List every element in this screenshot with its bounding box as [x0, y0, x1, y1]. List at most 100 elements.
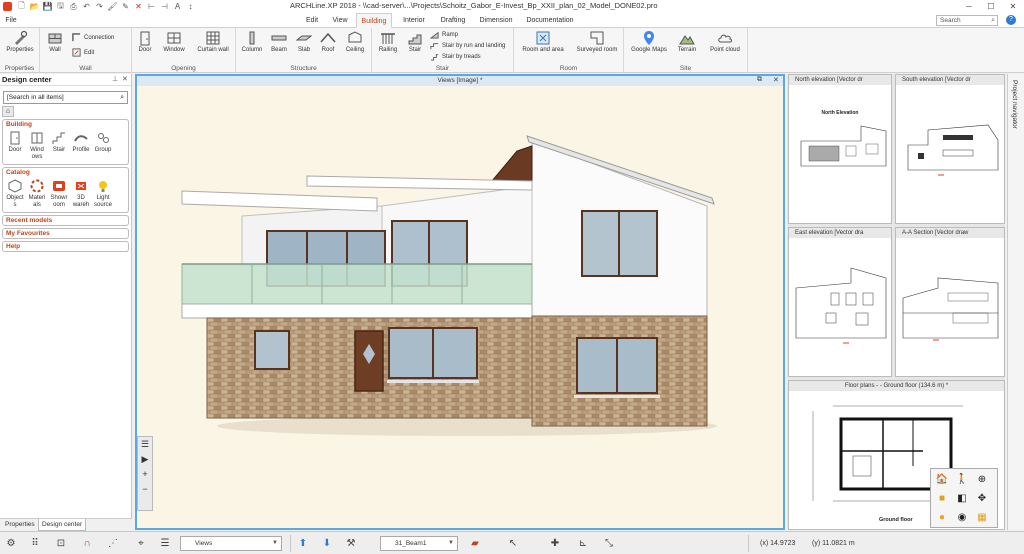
project-navigator-strip[interactable]: Project navigator	[1007, 74, 1024, 530]
catalog-item-light-source[interactable]: Light source	[92, 178, 114, 209]
tab-documentation[interactable]: Documentation	[522, 13, 578, 28]
home-icon[interactable]: ⌂	[2, 106, 14, 117]
tab-building[interactable]: Building	[356, 13, 392, 28]
tab-properties[interactable]: Properties	[2, 519, 38, 531]
panel-close-icon[interactable]: ✕	[122, 74, 128, 86]
polar-tracking-icon[interactable]: ⋰	[106, 537, 120, 551]
building-item-stair[interactable]: Stair	[48, 130, 70, 161]
beam-button[interactable]: Beam	[268, 30, 290, 53]
thumb-east-elevation[interactable]: East elevation [Vector dra	[788, 227, 892, 377]
surveyed-room-button[interactable]: Surveyed room	[572, 30, 622, 53]
building-section-title[interactable]: Building	[3, 120, 128, 129]
edit-button[interactable]: Edit	[72, 48, 94, 57]
save-as-icon[interactable]: 🖫	[56, 1, 65, 11]
grid-snap-icon[interactable]: ⠿	[28, 537, 42, 551]
person-walk-icon[interactable]: 🚶	[953, 471, 971, 489]
thumb-north-elevation[interactable]: North elevation [Vector dr North Elevati…	[788, 74, 892, 224]
curtain-wall-button[interactable]: Curtain wall	[192, 30, 234, 53]
new-file-icon[interactable]: 🗋	[17, 1, 26, 11]
measure-icon[interactable]: ⊢	[147, 2, 156, 11]
railing-button[interactable]: Railing	[376, 30, 400, 53]
ortho-icon[interactable]: ⊡	[54, 537, 68, 551]
select-cursor-icon[interactable]: ⌖	[134, 537, 148, 551]
align-icon[interactable]: ⊣	[160, 2, 169, 11]
stair-run-landing-button[interactable]: Stair by run and landing	[430, 41, 505, 50]
maximize-button[interactable]: ☐	[980, 0, 1002, 13]
close-button[interactable]: ✕	[1002, 0, 1024, 13]
snap-point-icon[interactable]: ✚	[548, 537, 562, 551]
connection-button[interactable]: Connection	[72, 33, 114, 42]
minimize-button[interactable]: ─	[958, 0, 980, 13]
point-cloud-button[interactable]: Point cloud	[706, 30, 744, 53]
column-button[interactable]: Column	[240, 30, 264, 53]
zoom-out-icon[interactable]: −	[138, 482, 152, 497]
tab-design-center[interactable]: Design center	[38, 519, 87, 531]
tab-interior[interactable]: Interior	[398, 13, 430, 28]
list-icon[interactable]: ☰	[138, 437, 152, 452]
print-icon[interactable]: ⎙	[69, 2, 78, 11]
zoom-region-icon[interactable]: ⊕	[973, 471, 991, 489]
slab-button[interactable]: Slab	[294, 30, 314, 53]
ribbon-search-input[interactable]: Search ⌕	[936, 15, 998, 26]
recent-models-row[interactable]: Recent models	[2, 215, 129, 226]
box-view-icon[interactable]: ◧	[953, 490, 971, 508]
ceiling-button[interactable]: Ceiling	[342, 30, 368, 53]
building-item-door[interactable]: Door	[4, 130, 26, 161]
catalog-item-3d-warehouse[interactable]: 3D wareh	[70, 178, 92, 209]
brush-icon[interactable]: 🖌	[107, 2, 117, 11]
layers-list-icon[interactable]: ☰	[158, 537, 172, 551]
thumb-aa-section[interactable]: A-A Section [Vector draw	[895, 227, 1005, 377]
ramp-button[interactable]: Ramp	[430, 30, 458, 39]
hammer-3d-icon[interactable]: ⚒	[344, 537, 358, 551]
help-icon[interactable]: ?	[1006, 15, 1016, 25]
tab-drafting[interactable]: Drafting	[436, 13, 470, 28]
catalog-item-showroom[interactable]: Showr oom	[48, 178, 70, 209]
building-item-group[interactable]: Group	[92, 130, 114, 161]
sun-icon[interactable]: ●	[933, 509, 951, 527]
building-item-windows[interactable]: Wind ows	[26, 130, 48, 161]
eyedropper-icon[interactable]: ✎	[121, 2, 130, 11]
open-folder-icon[interactable]: 📂	[30, 2, 40, 11]
tab-edit[interactable]: Edit	[300, 13, 324, 28]
orbit-icon[interactable]: ✥	[973, 490, 991, 508]
room-area-button[interactable]: Room and area	[518, 30, 568, 53]
redo-icon[interactable]: ↷	[95, 2, 104, 11]
3d-view-viewport[interactable]: Views [Image] * ⧉ ✕ ☰ ▶ + −	[135, 74, 785, 530]
tab-file[interactable]: File	[0, 13, 22, 28]
material-icon[interactable]: ▰	[468, 537, 482, 551]
path-icon[interactable]: ⤡	[602, 537, 616, 551]
pin-icon[interactable]: ⊥	[112, 74, 118, 86]
eye-icon[interactable]: ◉	[953, 509, 971, 527]
viewport-close-icon[interactable]: ✕	[773, 76, 779, 84]
design-center-search-input[interactable]: [Search in all items] ⌕	[3, 91, 128, 104]
terrain-button[interactable]: Terrain	[674, 30, 700, 53]
catalog-item-materials[interactable]: Materi als	[26, 178, 48, 209]
settings-gear-icon[interactable]: ⚙	[4, 537, 18, 551]
app-logo-icon[interactable]	[3, 2, 12, 11]
arrow-down-icon[interactable]: ⬇	[320, 537, 334, 551]
my-favourites-row[interactable]: My Favourites	[2, 228, 129, 239]
tab-dimension[interactable]: Dimension	[476, 13, 516, 28]
window-button[interactable]: Window	[160, 30, 188, 53]
tab-view[interactable]: View	[328, 13, 352, 28]
door-button[interactable]: Door	[134, 30, 156, 53]
thumb-south-elevation[interactable]: South elevation [Vector dr	[895, 74, 1005, 224]
layer-combo[interactable]: 31_Beam1 ▼	[380, 536, 458, 551]
text-icon[interactable]: A	[173, 2, 182, 11]
save-icon[interactable]: 💾	[43, 2, 53, 11]
play-icon[interactable]: ▶	[138, 452, 152, 467]
undo-icon[interactable]: ↶	[82, 2, 91, 11]
walk-mode-icon[interactable]: 🏠	[933, 471, 951, 489]
views-combo[interactable]: Views ▼	[180, 536, 282, 551]
magnet-icon[interactable]: ∩	[80, 537, 94, 551]
render-settings-icon[interactable]: ▦	[973, 509, 991, 527]
arrow-up-icon[interactable]: ⬆	[296, 537, 310, 551]
pointer-icon[interactable]: ↖	[506, 537, 520, 551]
catalog-section-title[interactable]: Catalog	[3, 168, 128, 177]
building-item-profile[interactable]: Profile	[70, 130, 92, 161]
stair-button[interactable]: Stair	[404, 30, 426, 53]
wall-button[interactable]: Wall	[43, 30, 67, 53]
viewport-undock-icon[interactable]: ⧉	[757, 76, 762, 84]
zoom-in-icon[interactable]: +	[138, 467, 152, 482]
dimension-icon[interactable]: ↕	[186, 2, 195, 11]
